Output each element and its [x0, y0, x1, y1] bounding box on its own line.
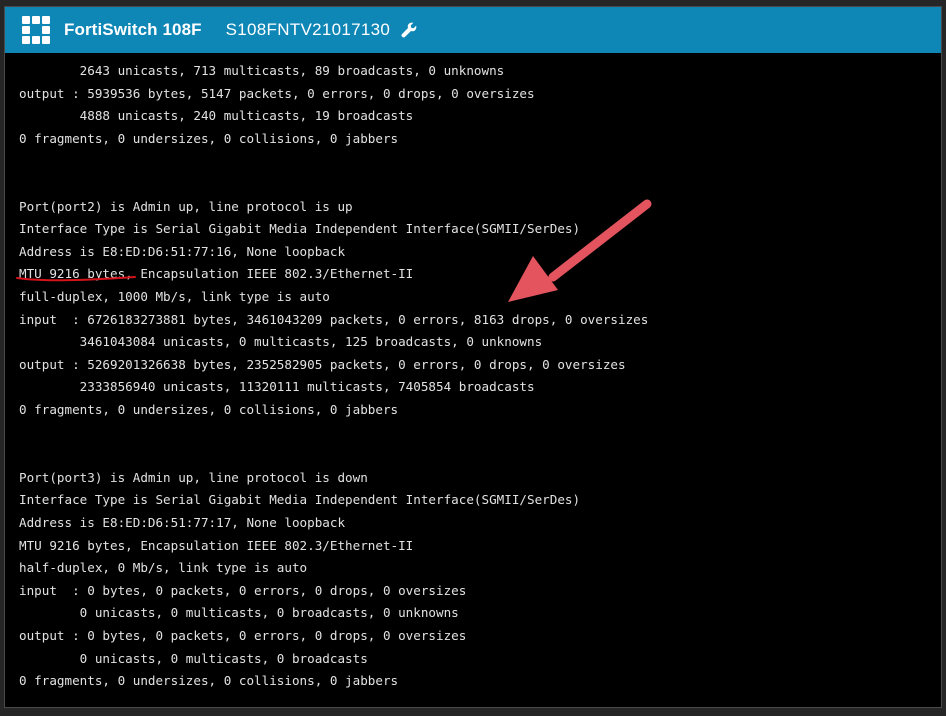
fortinet-logo-icon: [21, 15, 51, 45]
fortiswitch-cli-window: FortiSwitch 108F S108FNTV21017130 2643 u…: [4, 6, 942, 708]
terminal-line: input : 0 bytes, 0 packets, 0 errors, 0 …: [19, 582, 467, 598]
terminal-output[interactable]: 2643 unicasts, 713 multicasts, 89 broadc…: [19, 55, 941, 707]
terminal-line: output : 5939536 bytes, 5147 packets, 0 …: [19, 85, 535, 101]
title-bar: FortiSwitch 108F S108FNTV21017130: [5, 7, 941, 53]
terminal-line: 0 fragments, 0 undersizes, 0 collisions,…: [19, 402, 399, 417]
product-name: FortiSwitch 108F: [64, 20, 202, 39]
terminal-line: 2333856940 unicasts, 11320111 multicasts…: [19, 379, 535, 395]
terminal-line: Port(port2) is Admin up, line protocol i…: [19, 198, 353, 214]
wrench-icon[interactable]: [400, 21, 418, 39]
terminal-line: 0 fragments, 0 undersizes, 0 collisions,…: [19, 130, 399, 146]
terminal-line: full-duplex, 1000 Mb/s, link type is aut…: [19, 289, 330, 304]
serial-number: S108FNTV21017130: [225, 20, 391, 39]
terminal-line: 4888 unicasts, 240 multicasts, 19 broadc…: [19, 108, 414, 124]
terminal-line: Interface Type is Serial Gigabit Media I…: [19, 221, 581, 237]
terminal-line: output : 0 bytes, 0 packets, 0 errors, 0…: [19, 628, 467, 643]
terminal-line: 3461043084 unicasts, 0 multicasts, 125 b…: [19, 334, 543, 350]
terminal-line: 0 unicasts, 0 multicasts, 0 broadcasts, …: [19, 605, 459, 621]
terminal-line: MTU 9216 bytes, Encapsulation IEEE 802.3…: [19, 537, 414, 553]
terminal-line: Address is E8:ED:D6:51:77:17, None loopb…: [19, 515, 346, 530]
terminal-line: Port(port3) is Admin up, line protocol i…: [19, 469, 368, 485]
terminal-line: output : 5269201326638 bytes, 2352582905…: [19, 356, 626, 372]
terminal-line: Address is E8:ED:D6:51:77:16, None loopb…: [19, 243, 346, 259]
terminal-line: 2643 unicasts, 713 multicasts, 89 broadc…: [19, 63, 505, 78]
terminal-line: Interface Type is Serial Gigabit Media I…: [19, 492, 581, 508]
terminal-line: MTU 9216 bytes, Encapsulation IEEE 802.3…: [19, 266, 414, 282]
terminal-line: half-duplex, 0 Mb/s, link type is auto: [19, 560, 308, 576]
terminal-line: 0 fragments, 0 undersizes, 0 collisions,…: [19, 673, 399, 689]
terminal-line: 0 unicasts, 0 multicasts, 0 broadcasts: [19, 650, 368, 666]
terminal-line: input : 6726183273881 bytes, 3461043209 …: [19, 311, 649, 327]
